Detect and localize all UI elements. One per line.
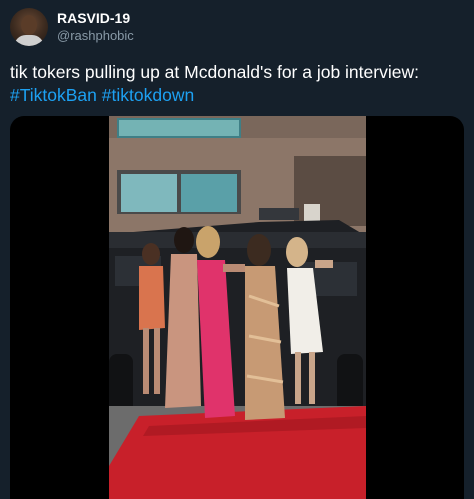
person-5-arm xyxy=(315,260,333,268)
vehicle-wheel-right xyxy=(337,354,363,412)
person-1-hair xyxy=(142,243,160,265)
person-2-dress xyxy=(165,254,201,408)
avatar-shirt xyxy=(14,35,44,46)
hashtag-tiktokban[interactable]: #TiktokBan xyxy=(10,85,97,105)
person-1-leg-right xyxy=(154,328,160,394)
media-container[interactable] xyxy=(10,116,464,499)
person-3-hair xyxy=(196,226,220,258)
author-handle[interactable]: @rashphobic xyxy=(57,27,134,44)
person-5-leg-left xyxy=(295,352,301,404)
tweet-header: RASVID-19 @rashphobic xyxy=(10,8,134,46)
person-5-hair xyxy=(286,237,308,267)
avatar[interactable] xyxy=(10,8,48,46)
tweet-text: tik tokers pulling up at Mcdonald's for … xyxy=(10,61,466,107)
avatar-face xyxy=(21,15,37,35)
building-window-mid-left xyxy=(121,174,177,212)
tweet-body: tik tokers pulling up at Mcdonald's for … xyxy=(10,62,419,82)
person-5-leg-right xyxy=(309,352,315,404)
person-3-arm xyxy=(223,264,245,272)
building-window-mid-right xyxy=(181,174,237,212)
person-1-dress xyxy=(139,266,165,330)
person-2-hair xyxy=(174,227,194,253)
person-4-hair xyxy=(247,234,271,266)
vehicle-turret xyxy=(259,208,299,220)
author-display-name[interactable]: RASVID-19 xyxy=(57,10,134,27)
video-frame-illustration xyxy=(109,116,366,499)
video-thumbnail[interactable] xyxy=(109,116,366,499)
author-names: RASVID-19 @rashphobic xyxy=(57,10,134,44)
person-1-leg-left xyxy=(143,328,149,394)
vehicle-wheel-left xyxy=(109,354,133,414)
building-window-top-glass xyxy=(119,120,239,136)
hashtag-tiktokdown[interactable]: #tiktokdown xyxy=(102,85,194,105)
